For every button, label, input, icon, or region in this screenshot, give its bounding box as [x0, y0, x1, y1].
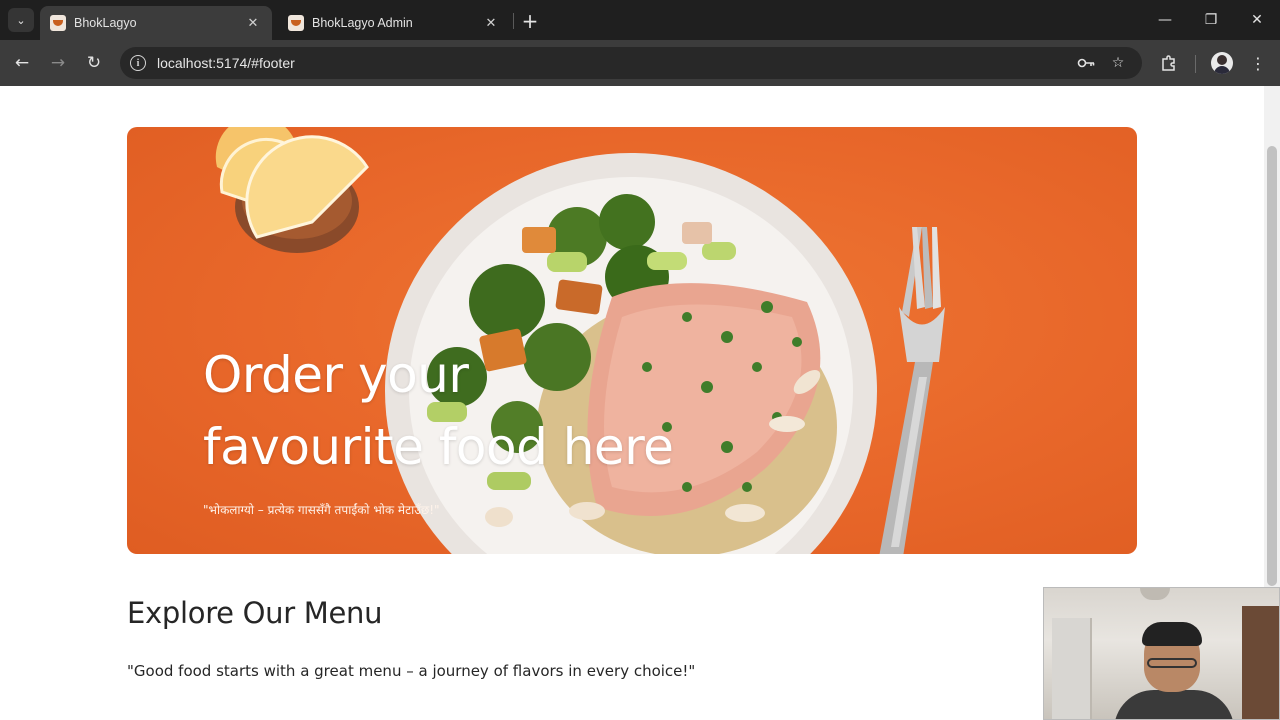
minimize-button[interactable]: — [1148, 6, 1182, 34]
presenter-glasses [1147, 658, 1197, 668]
tab-divider [513, 13, 514, 29]
info-icon[interactable]: i [130, 55, 146, 71]
hero-title: Order your favourite food here [203, 339, 763, 483]
puzzle-icon [1162, 55, 1175, 71]
toolbar-divider [1195, 55, 1196, 73]
plus-icon: + [521, 9, 539, 33]
extensions-button[interactable] [1157, 51, 1181, 75]
tab-title: BhokLagyo [74, 16, 137, 30]
restore-button[interactable]: ❐ [1194, 6, 1228, 34]
forward-button[interactable]: → [46, 51, 70, 75]
favicon-icon [50, 15, 66, 31]
browser-toolbar: ← → ↻ i localhost:5174/#footer ☆ ⋮ [0, 40, 1280, 86]
close-icon[interactable]: ✕ [244, 14, 262, 32]
tab-search-button[interactable]: ⌄ [8, 8, 34, 32]
hero-subtitle: "भोकलाग्यो – प्रत्येक गाससँगै तपाईंको भो… [203, 503, 440, 517]
star-icon[interactable]: ☆ [1108, 53, 1128, 73]
tab-title: BhokLagyo Admin [312, 16, 413, 30]
tab-bhoklagyo[interactable]: BhokLagyo ✕ [40, 6, 272, 40]
minimize-icon: — [1158, 12, 1172, 28]
arrow-right-icon: → [50, 53, 66, 73]
favicon-icon [288, 15, 304, 31]
door [1242, 606, 1279, 719]
hero-banner: Order your favourite food here "भोकलाग्य… [127, 127, 1137, 554]
reload-button[interactable]: ↻ [82, 51, 106, 75]
scrollbar-thumb[interactable] [1267, 146, 1277, 586]
new-tab-button[interactable]: + [518, 9, 542, 33]
close-icon: ✕ [1251, 12, 1263, 28]
close-icon[interactable]: ✕ [482, 14, 500, 32]
menu-heading: Explore Our Menu [127, 596, 383, 630]
profile-avatar[interactable] [1211, 52, 1233, 74]
tab-strip: ⌄ BhokLagyo ✕ BhokLagyo Admin ✕ + — ❐ ✕ [0, 0, 1280, 40]
close-window-button[interactable]: ✕ [1240, 6, 1274, 34]
hero-title-line-1: Order your [203, 346, 469, 404]
ceiling-light [1140, 588, 1170, 600]
presenter-hair [1142, 622, 1202, 646]
window-frame [1052, 618, 1092, 719]
menu-tagline: "Good food starts with a great menu – a … [127, 662, 696, 680]
arrow-left-icon: ← [14, 53, 30, 73]
url-text[interactable]: localhost:5174/#footer [157, 55, 295, 71]
reload-icon: ↻ [86, 53, 102, 73]
tab-bhoklagyo-admin[interactable]: BhokLagyo Admin ✕ [278, 6, 510, 40]
webcam-overlay [1043, 587, 1280, 720]
kebab-icon: ⋮ [1250, 53, 1266, 73]
restore-icon: ❐ [1204, 12, 1218, 28]
chevron-down-icon: ⌄ [16, 13, 26, 27]
key-icon[interactable] [1076, 53, 1096, 73]
address-bar[interactable]: i localhost:5174/#footer ☆ [120, 47, 1142, 79]
browser-menu-button[interactable]: ⋮ [1246, 51, 1270, 75]
hero-title-line-2: favourite food here [203, 418, 674, 476]
presenter-body [1114, 690, 1234, 719]
back-button[interactable]: ← [10, 51, 34, 75]
